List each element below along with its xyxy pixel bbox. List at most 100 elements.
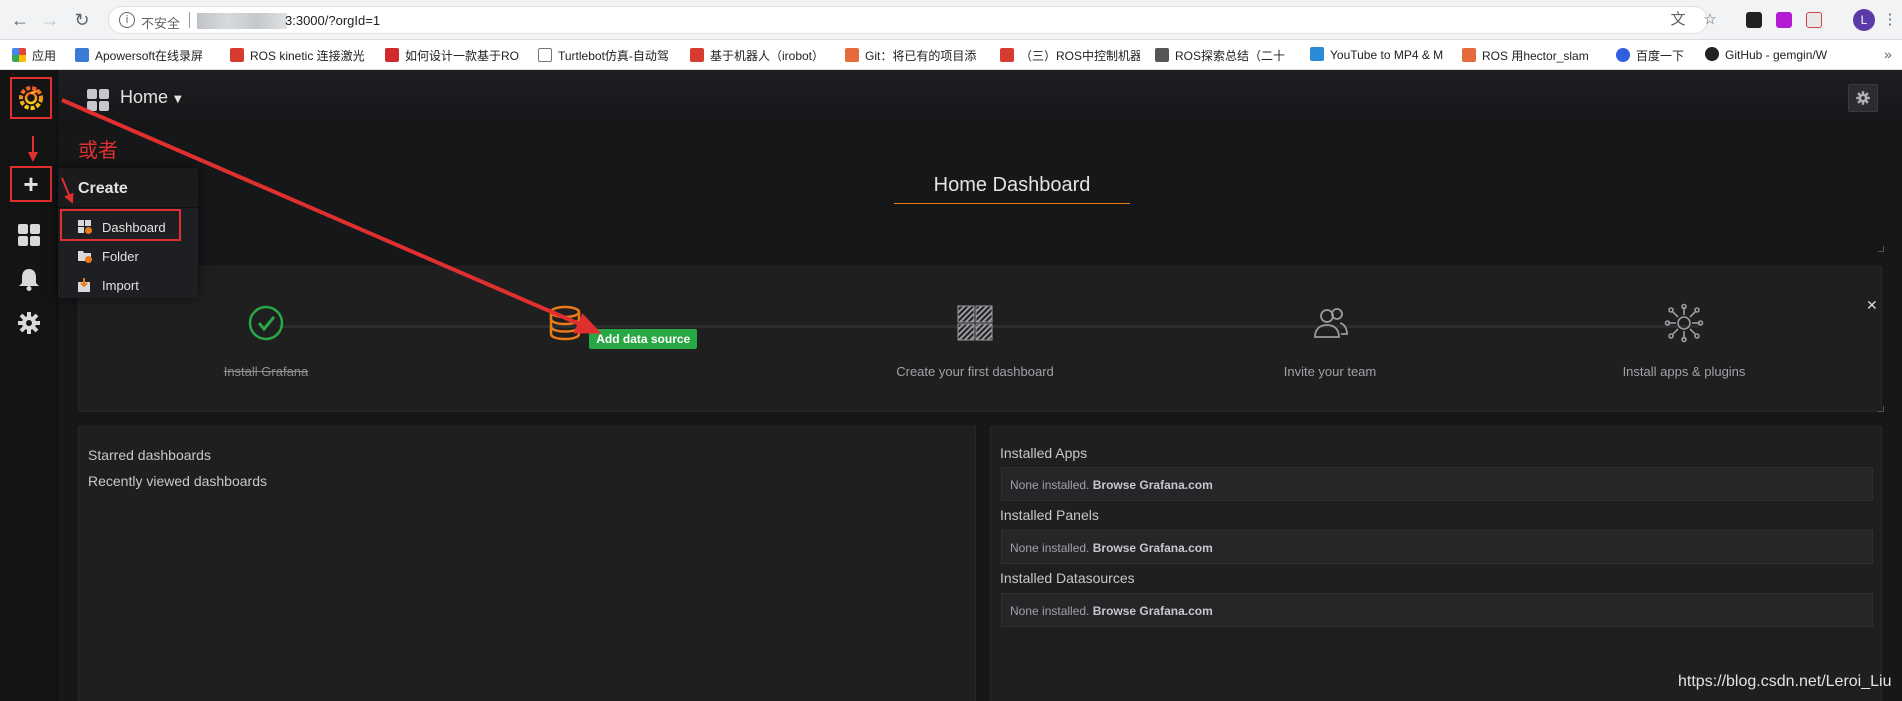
bookmark-label: YouTube to MP4 & M: [1330, 48, 1444, 62]
import-item[interactable]: Import: [70, 272, 190, 298]
dashboard-list-panel: Starred dashboards Recently viewed dashb…: [78, 426, 976, 701]
bookmark-item[interactable]: ROS探索总结（二十: [1155, 47, 1295, 63]
none-installed-text: None installed.: [1010, 478, 1090, 492]
grafana-logo-button[interactable]: [10, 77, 52, 119]
bookmark-item[interactable]: GitHub - gemgin/W: [1705, 47, 1877, 63]
address-url: 3:3000/?orgId=1: [285, 13, 381, 28]
dashboards-grid-icon[interactable]: [16, 222, 42, 248]
none-installed-text: None installed.: [1010, 541, 1090, 555]
extension-icon-1[interactable]: [1746, 12, 1762, 28]
grafana-main: Home ▼ Home Dashboard ✕ Install Grafana …: [58, 70, 1902, 701]
bookmark-item[interactable]: YouTube to MP4 & M: [1310, 47, 1445, 63]
bookmark-favicon: [1616, 48, 1630, 62]
browse-grafana-link[interactable]: Browse Grafana.com: [1093, 478, 1213, 492]
close-icon[interactable]: ✕: [1866, 297, 1878, 314]
plugins-icon: [1664, 303, 1704, 343]
installed-apps-heading: Installed Apps: [1000, 445, 1088, 461]
menu-item-label: Import: [102, 278, 139, 293]
extension-icon-2[interactable]: [1776, 12, 1792, 28]
dashboard-grid-icon: [87, 89, 109, 111]
folder-plus-icon: [78, 249, 92, 263]
more-menu-icon[interactable]: ⋮: [1880, 10, 1900, 30]
grafana-logo-icon: [19, 86, 43, 110]
menu-item-label: Folder: [102, 249, 139, 264]
bookmark-apps[interactable]: 应用: [12, 47, 72, 63]
bookmark-item[interactable]: ROS 用hector_slam: [1462, 47, 1597, 63]
address-bar[interactable]: i 不安全 3:3000/?orgId=1: [108, 6, 1708, 34]
database-icon: [549, 305, 580, 341]
bookmark-label: Git：将已有的项目添: [865, 49, 977, 63]
bookmark-item[interactable]: Apowersoft在线录屏: [75, 47, 215, 63]
bookmark-item[interactable]: （三）ROS中控制机器: [1000, 47, 1140, 63]
bookmark-favicon: [1000, 48, 1014, 62]
step-label[interactable]: Install apps & plugins: [1574, 364, 1794, 379]
none-installed-text: None installed.: [1010, 604, 1090, 618]
import-icon: [78, 278, 92, 292]
step-invite-team: Invite your team: [1220, 303, 1440, 379]
bookmark-label: ROS探索总结（二十: [1175, 49, 1286, 63]
add-data-source-button[interactable]: Add data source: [589, 329, 698, 349]
step-install-grafana: Install Grafana: [156, 303, 376, 379]
bookmark-favicon: [845, 48, 859, 62]
translate-icon[interactable]: 文: [1668, 10, 1688, 30]
back-arrow-icon[interactable]: ←: [8, 8, 32, 32]
info-icon[interactable]: i: [119, 12, 135, 28]
installed-datasources-heading: Installed Datasources: [1000, 570, 1135, 586]
bookmark-label: 如何设计一款基于ROS: [405, 49, 520, 63]
installed-apps-empty: None installed. Browse Grafana.com: [1001, 467, 1873, 501]
bookmark-item[interactable]: Turtlebot仿真-自动驾: [538, 47, 678, 63]
dashboard-picker-title[interactable]: Home: [120, 87, 168, 108]
browser-toolbar: ← → ↻ i 不安全 3:3000/?orgId=1 文 ☆ L ⋮: [0, 0, 1902, 40]
configuration-gear-icon[interactable]: [16, 310, 42, 336]
bookmark-favicon: [1310, 47, 1324, 61]
getting-started-panel: ✕ Install Grafana Add data source Create…: [78, 266, 1882, 412]
bookmark-star-icon[interactable]: ☆: [1700, 10, 1720, 30]
bookmark-label: 基于机器人（irobot）: [710, 49, 825, 63]
step-label[interactable]: Invite your team: [1220, 364, 1440, 379]
bookmark-label: 应用: [32, 49, 57, 63]
step-label[interactable]: Create your first dashboard: [865, 364, 1085, 379]
extension-icon-3[interactable]: [1806, 12, 1822, 28]
plugin-list-panel: Installed Apps None installed. Browse Gr…: [990, 426, 1882, 701]
bookmark-label: （三）ROS中控制机器: [1020, 49, 1140, 63]
forward-arrow-icon[interactable]: →: [38, 8, 62, 32]
step-create-dashboard: Create your first dashboard: [865, 303, 1085, 379]
recent-dashboards-heading: Recently viewed dashboards: [88, 473, 267, 489]
dashboard-grid-icon: [957, 305, 993, 341]
step-label: Install Grafana: [223, 364, 309, 379]
bookmarks-bar: 应用 Apowersoft在线录屏 ROS kinetic 连接激光 如何设计一…: [0, 40, 1902, 70]
alerting-bell-icon[interactable]: [16, 266, 42, 292]
starred-dashboards-heading: Starred dashboards: [88, 447, 211, 463]
users-icon: [1314, 308, 1348, 338]
create-plus-icon[interactable]: +: [10, 166, 52, 202]
bookmarks-overflow-icon[interactable]: »: [1884, 46, 1892, 62]
bookmark-item[interactable]: ROS kinetic 连接激光: [230, 47, 370, 63]
caret-down-icon[interactable]: ▼: [174, 94, 182, 105]
bookmark-item[interactable]: 基于机器人（irobot）: [690, 47, 830, 63]
browse-grafana-link[interactable]: Browse Grafana.com: [1093, 541, 1213, 555]
installed-datasources-empty: None installed. Browse Grafana.com: [1001, 593, 1873, 627]
browse-grafana-link[interactable]: Browse Grafana.com: [1093, 604, 1213, 618]
dashboard-highlight-box: [60, 209, 181, 241]
dashboard-settings-button[interactable]: [1848, 84, 1878, 112]
bookmark-item[interactable]: 如何设计一款基于ROS: [385, 47, 520, 63]
bookmark-label: Turtlebot仿真-自动驾: [558, 49, 669, 63]
bookmark-favicon: [538, 48, 552, 62]
page-title: Home Dashboard: [933, 174, 1091, 196]
reload-icon[interactable]: ↻: [70, 8, 94, 32]
create-menu-title: Create: [78, 180, 128, 197]
bookmark-item[interactable]: Git：将已有的项目添: [845, 47, 985, 63]
installed-panels-empty: None installed. Browse Grafana.com: [1001, 530, 1873, 564]
bookmark-label: Apowersoft在线录屏: [95, 49, 204, 63]
bookmark-label: ROS kinetic 连接激光: [250, 49, 365, 63]
redacted-host: [197, 13, 287, 29]
bookmark-favicon: [230, 48, 244, 62]
resize-handle-icon[interactable]: [1878, 246, 1884, 252]
resize-handle-icon[interactable]: [1878, 406, 1884, 412]
bookmark-item[interactable]: 百度一下: [1616, 47, 1696, 63]
bookmark-label: 百度一下: [1636, 49, 1685, 63]
installed-panels-heading: Installed Panels: [1000, 507, 1099, 523]
profile-avatar[interactable]: L: [1853, 9, 1875, 31]
create-folder-item[interactable]: Folder: [70, 243, 190, 269]
bookmark-favicon: [385, 48, 399, 62]
